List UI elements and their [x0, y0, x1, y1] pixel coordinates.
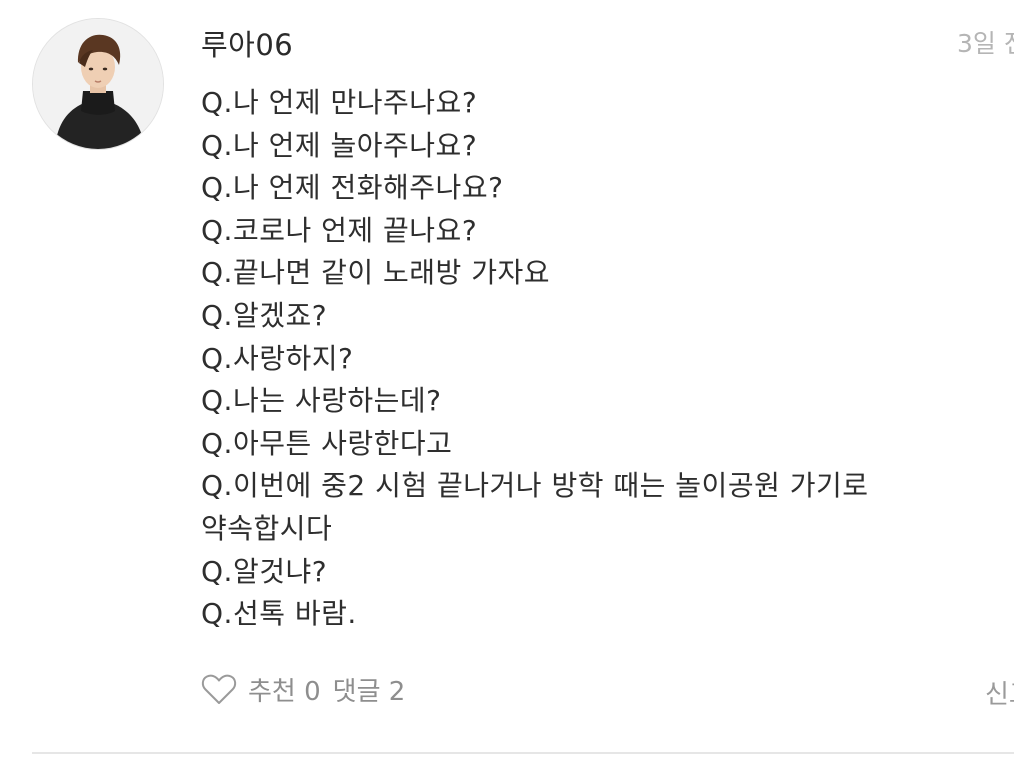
- content-line: 약속합시다: [201, 511, 333, 545]
- avatar[interactable]: [32, 18, 164, 150]
- comment-count[interactable]: 댓글 2: [333, 671, 406, 708]
- content-line: Q.나 언제 만나주나요?: [201, 86, 478, 119]
- post-footer: 추천 0 댓글 2: [200, 668, 417, 710]
- profile-photo: [33, 19, 163, 149]
- content-line: Q.알겠죠?: [201, 298, 328, 332]
- heart-outline-icon[interactable]: [200, 670, 238, 708]
- content-line: Q.끝나면 같이 노래방 가자요: [201, 256, 551, 290]
- content-line: Q.나 언제 전화해주나요?: [201, 171, 504, 205]
- content-line: Q.아무튼 사랑한다고: [201, 426, 453, 460]
- content-line: Q.선톡 바람.: [201, 597, 357, 631]
- content-line: Q.코로나 언제 끝나요?: [201, 213, 478, 247]
- post-timestamp: 3일 전: [957, 29, 1014, 58]
- content-line: Q.알것냐?: [201, 554, 328, 588]
- post-content: Q.나 언제 만나주나요? Q.나 언제 놀아주나요? Q.나 언제 전화해주나…: [201, 82, 961, 636]
- content-line: Q.나 언제 놀아주나요?: [201, 128, 478, 162]
- comment-post: 루아06 3일 전 Q.나 언제 만나주나요? Q.나 언제 놀아주나요? Q.…: [0, 0, 1014, 760]
- content-line: Q.이번에 중2 시험 끝나거나 방학 때는 놀이공원 가기로: [201, 469, 869, 503]
- content-line: Q.나는 사랑하는데?: [201, 384, 442, 418]
- report-link[interactable]: 신고: [985, 674, 1014, 711]
- content-line: Q.사랑하지?: [201, 341, 354, 375]
- divider: [32, 752, 1014, 754]
- username[interactable]: 루아06: [201, 22, 293, 64]
- recommend-count[interactable]: 추천 0: [248, 671, 321, 708]
